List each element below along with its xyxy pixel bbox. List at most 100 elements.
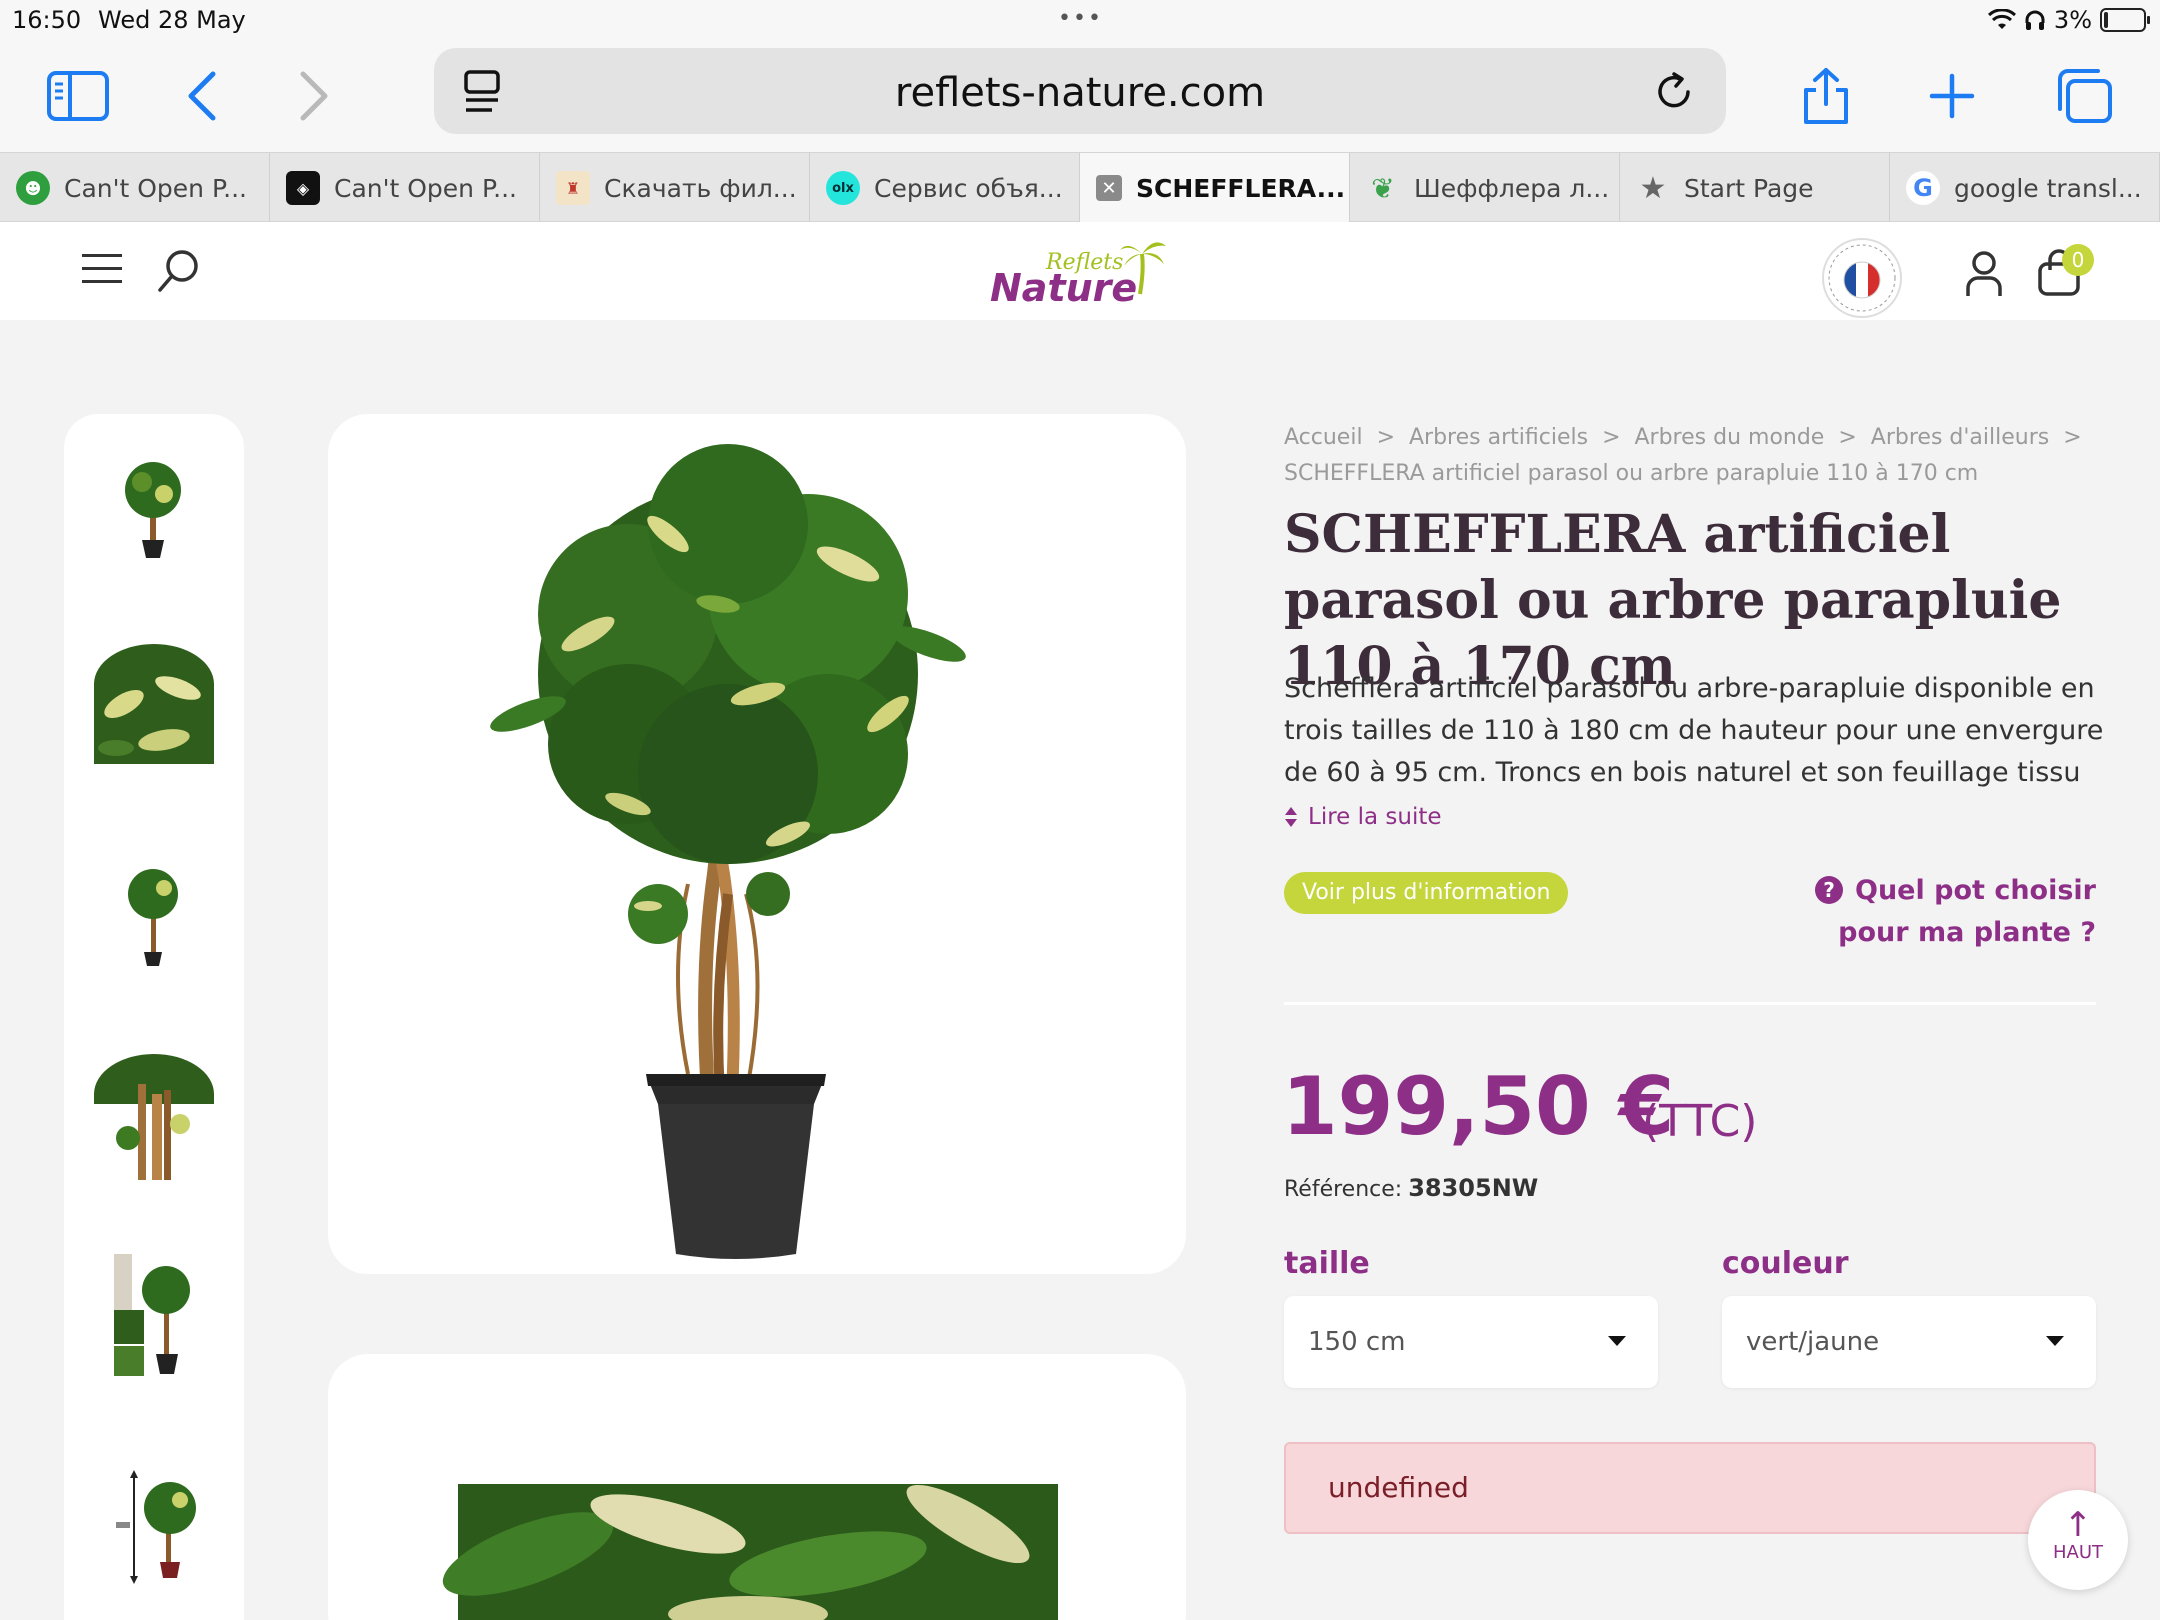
- tab-5[interactable]: ❦ Шеффлера л...: [1350, 153, 1620, 223]
- site-logo[interactable]: Reflets Nature: [990, 236, 1170, 310]
- frog-icon: ☻: [16, 171, 50, 205]
- breadcrumb-separator: >: [1602, 425, 1621, 450]
- tab-label: Сервис объя...: [874, 173, 1063, 203]
- url-text: reflets-nature.com: [894, 70, 1266, 116]
- logo-nature-text: Nature: [990, 266, 1138, 310]
- reference-label: Référence:: [1284, 1177, 1403, 1202]
- thumbnail-6-height-diagram[interactable]: [94, 1464, 214, 1590]
- tax-label: (TTC): [1642, 1096, 1758, 1147]
- schefflera-plant-image: [490, 444, 966, 1259]
- search-icon[interactable]: [154, 246, 202, 294]
- arrow-up-icon: ↑: [2063, 1505, 2093, 1545]
- status-indicators: 3%: [1987, 6, 2150, 34]
- breadcrumb-item[interactable]: Accueil: [1284, 425, 1363, 450]
- tab-6[interactable]: ★ Start Page: [1620, 153, 1890, 223]
- tab-label: Can't Open P...: [334, 173, 517, 203]
- headphones-icon: [2025, 10, 2045, 30]
- thumbnail-5[interactable]: [94, 1254, 214, 1380]
- breadcrumb-current: SCHEFFLERA artificiel parasol ou arbre p…: [1284, 461, 1979, 486]
- status-bar: 16:50 Wed 28 May ••• 3%: [0, 0, 2160, 40]
- tab-7[interactable]: G google transl...: [1890, 153, 2160, 223]
- tab-label: Шеффлера л...: [1414, 173, 1610, 203]
- dropdown-caret-icon: [2046, 1336, 2064, 1346]
- sidebar-toggle-icon[interactable]: [40, 58, 116, 134]
- size-select-value: 150 cm: [1308, 1327, 1406, 1357]
- breadcrumb-item[interactable]: Arbres d'ailleurs: [1871, 425, 2049, 450]
- breadcrumb-separator: >: [1376, 425, 1395, 450]
- tab-0[interactable]: ☻ Can't Open P...: [0, 153, 270, 223]
- tab-label: SCHEFFLERA...: [1136, 173, 1346, 203]
- tab-2[interactable]: ♜ Скачать фил...: [540, 153, 810, 223]
- account-icon[interactable]: [1962, 250, 2006, 298]
- product-price: 199,50 €: [1282, 1060, 1675, 1153]
- new-tab-icon[interactable]: [1914, 58, 1990, 134]
- battery-icon: [2100, 8, 2150, 32]
- thumbnail-4[interactable]: [94, 1054, 214, 1180]
- foliage-closeup-image: [442, 1484, 1058, 1620]
- back-to-top-label: HAUT: [2052, 1542, 2104, 1563]
- tab-3[interactable]: olx Сервис объя...: [810, 153, 1080, 223]
- star-icon: ★: [1639, 170, 1667, 206]
- pot-help-link[interactable]: ? Quel pot choisir pour ma plante ?: [1736, 870, 2096, 954]
- tab-4-active[interactable]: ✕ SCHEFFLERA...: [1080, 153, 1350, 223]
- browser-toolbar: reflets-nature.com: [0, 40, 2160, 152]
- back-to-top-button[interactable]: ↑ HAUT: [2028, 1490, 2128, 1590]
- plant-icon: ❦: [1371, 171, 1395, 205]
- forward-icon[interactable]: [276, 58, 352, 134]
- product-description: Schefflera artificiel parasol ou arbre-p…: [1284, 673, 2104, 788]
- size-select[interactable]: 150 cm: [1284, 1296, 1658, 1388]
- more-info-button[interactable]: Voir plus d'information: [1284, 872, 1569, 914]
- tab-label: Скачать фил...: [604, 173, 797, 203]
- thumbnail-1[interactable]: [94, 444, 214, 570]
- palm-tree-icon: [1120, 242, 1166, 295]
- olx-icon: olx: [826, 171, 860, 205]
- main-product-image[interactable]: [328, 414, 1186, 1274]
- read-more-label: Lire la suite: [1308, 804, 1442, 830]
- tab-bar: ☻ Can't Open P... ◈ Can't Open P... ♜ Ск…: [0, 152, 2160, 223]
- read-more-link[interactable]: Lire la suite: [1284, 804, 1442, 830]
- status-date: Wed 28 May: [98, 6, 246, 34]
- pot-help-label: Quel pot choisir pour ma plante ?: [1838, 875, 2096, 948]
- diamond-icon: ◈: [286, 171, 320, 205]
- expand-arrows-icon: [1285, 807, 1297, 827]
- color-select-value: vert/jaune: [1746, 1327, 1880, 1357]
- multitasking-dots-icon[interactable]: •••: [1058, 6, 1103, 31]
- reference-value: 38305NW: [1408, 1174, 1539, 1202]
- thumbnail-3[interactable]: [94, 854, 214, 980]
- tab-label: google transl...: [1954, 173, 2142, 203]
- tab-label: Start Page: [1684, 173, 1814, 203]
- question-icon: ?: [1815, 876, 1843, 904]
- castle-icon: ♜: [556, 171, 590, 205]
- thumbnail-2[interactable]: [94, 644, 214, 770]
- cart-count-badge: 0: [2062, 244, 2094, 276]
- tab-label: Can't Open P...: [64, 173, 247, 203]
- breadcrumb-separator: >: [2063, 425, 2082, 450]
- share-icon[interactable]: [1788, 58, 1864, 134]
- dropdown-caret-icon: [1608, 1336, 1626, 1346]
- secondary-product-image[interactable]: [328, 1354, 1186, 1620]
- breadcrumb-item[interactable]: Arbres du monde: [1635, 425, 1825, 450]
- site-header: Reflets Nature 0: [0, 222, 2160, 320]
- google-icon: G: [1906, 171, 1940, 205]
- breadcrumb: Accueil > Arbres artificiels > Arbres du mon…: [1284, 420, 2104, 492]
- product-reference: Référence: 38305NW: [1284, 1174, 1538, 1202]
- tab-1[interactable]: ◈ Can't Open P...: [270, 153, 540, 223]
- close-tab-icon[interactable]: ✕: [1096, 175, 1122, 201]
- menu-icon[interactable]: [82, 254, 122, 284]
- alert-message: undefined: [1284, 1442, 2096, 1534]
- color-select[interactable]: vert/jaune: [1722, 1296, 2096, 1388]
- breadcrumb-separator: >: [1838, 425, 1857, 450]
- tab-overview-icon[interactable]: [2046, 58, 2122, 134]
- divider: [1284, 1002, 2096, 1005]
- wifi-icon: [1987, 9, 2016, 29]
- breadcrumb-item[interactable]: Arbres artificiels: [1409, 425, 1588, 450]
- size-label: taille: [1284, 1246, 1370, 1281]
- thumbnail-gallery: [64, 414, 244, 1620]
- color-label: couleur: [1722, 1246, 1849, 1281]
- reload-icon[interactable]: [1646, 64, 1702, 120]
- societe-francaise-badge: [1822, 238, 1902, 318]
- status-time: 16:50: [12, 6, 82, 34]
- back-icon[interactable]: [164, 58, 240, 134]
- battery-percent: 3%: [2053, 6, 2092, 34]
- address-bar[interactable]: reflets-nature.com: [434, 48, 1726, 134]
